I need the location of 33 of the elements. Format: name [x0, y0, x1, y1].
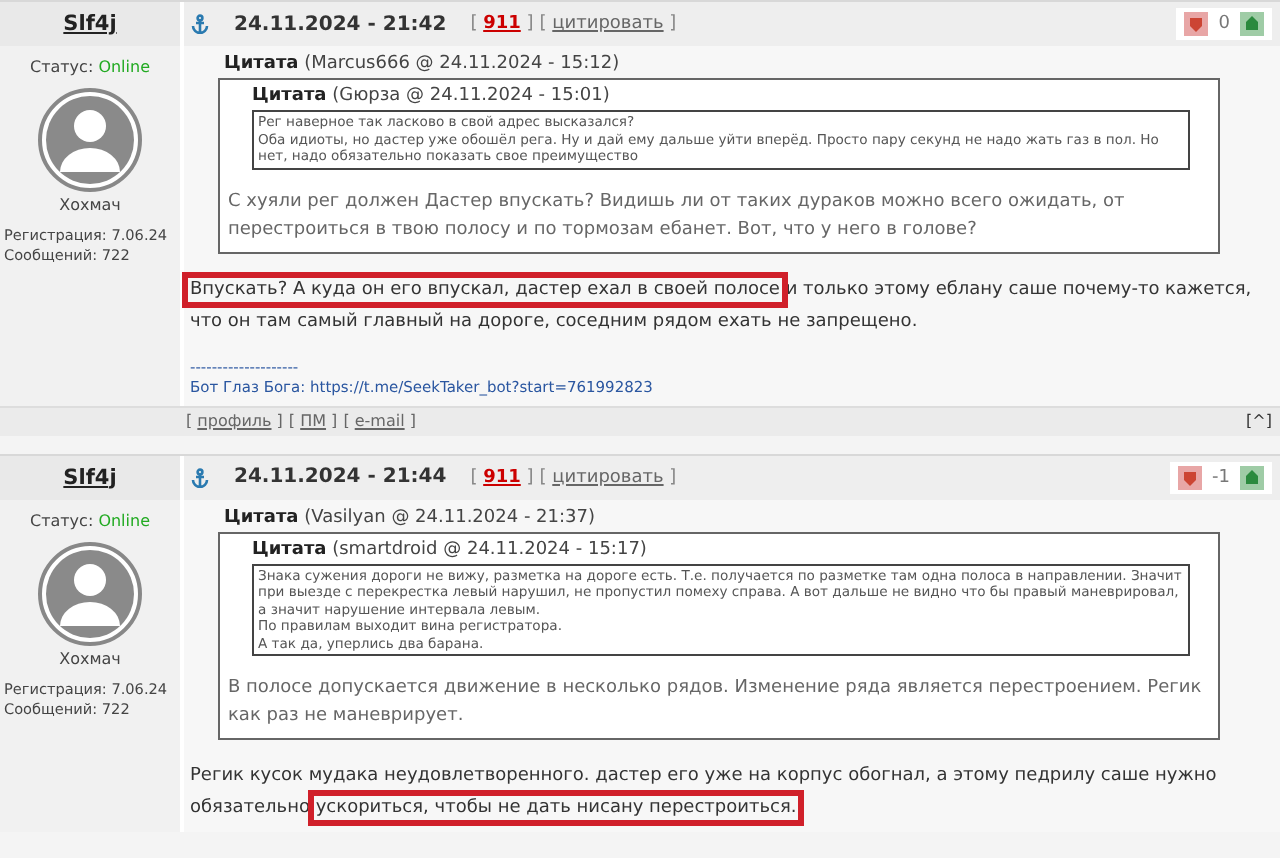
scroll-top-link[interactable]: [^] [1246, 412, 1272, 430]
footer-link[interactable]: [ ПМ ] [288, 412, 338, 430]
score: -1 [1212, 467, 1230, 487]
status-text: Статус: Online [30, 511, 150, 529]
post-date: 24.11.2024 - 21:44 [234, 466, 447, 488]
quote-header: Цитата (Gюрза @ 24.11.2024 - 15:01) [252, 86, 612, 106]
footer-link[interactable]: [ e-mail ] [343, 412, 416, 430]
avatar-silhouette [38, 88, 142, 192]
post-link[interactable]: [ 911 ] [470, 467, 534, 487]
quote-text: В полосе допускается движение в несколько рядов. Изменение ряда является перестроением. Регик как раз не маневрирует. [228, 676, 1204, 730]
quote-text: С хуяли рег должен Дастер впускать? Видишь ли от таких дураков можно всего ожидать, от перестроиться в твою полосу и по тормозам ебанет. Вот, что у него в голове? [228, 189, 1127, 243]
username[interactable]: Slf4j [0, 12, 180, 36]
thumb-up-icon[interactable] [1240, 12, 1264, 36]
quote-header: Цитата (Marcus666 @ 24.11.2024 - 15:12) [224, 54, 622, 74]
post-date: 24.11.2024 - 21:42 [234, 13, 447, 35]
post-link[interactable]: [ цитировать ] [539, 467, 677, 487]
post-text: Регик кусок мудака неудовлетворенного. дастер его уже на корпус обогнал, а этому педрилу саше нужно обязательно ускориться, чтобы не дать нисану перестроиться. [190, 760, 1268, 824]
quote-header: Цитата (smartdroid @ 24.11.2024 - 15:17) [252, 539, 649, 559]
quote-header: Цитата (Vasilyan @ 24.11.2024 - 21:37) [224, 507, 597, 527]
anchor-icon[interactable] [190, 14, 210, 34]
post-link[interactable]: [ цитировать ] [539, 14, 677, 34]
thumb-down-icon[interactable] [1184, 12, 1209, 36]
username[interactable]: Slf4j [0, 465, 180, 489]
status-text: Статус: Online [30, 58, 150, 76]
avatar-silhouette [38, 541, 142, 645]
anchor-icon[interactable] [190, 467, 210, 487]
thumb-up-icon[interactable] [1240, 465, 1264, 489]
score: 0 [1218, 14, 1230, 34]
user-rank: Хохмач [59, 196, 121, 214]
user-rank: Хохмач [59, 649, 121, 667]
thumb-down-icon[interactable] [1178, 465, 1203, 489]
footer-link[interactable]: [ профиль ] [186, 412, 283, 430]
post-link[interactable]: [ 911 ] [470, 14, 534, 34]
